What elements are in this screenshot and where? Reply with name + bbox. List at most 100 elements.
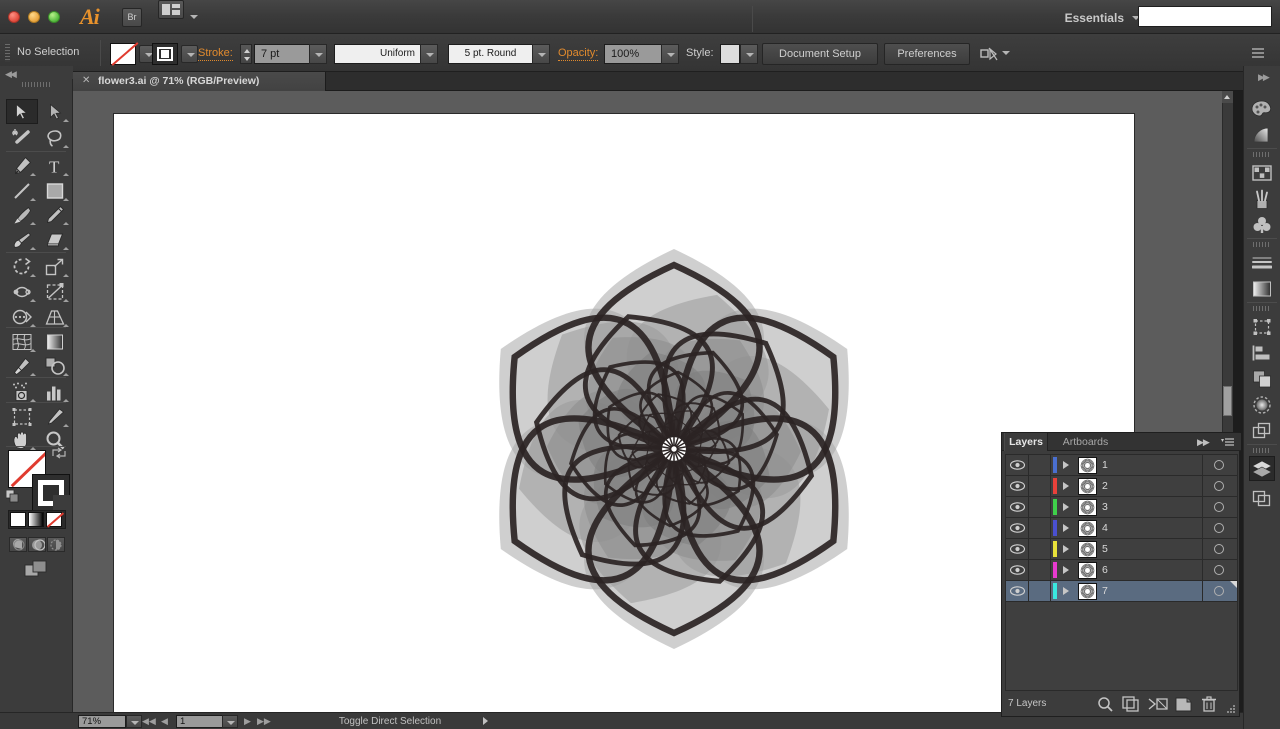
stroke-color-dropdown[interactable] [181, 45, 198, 63]
layer-target-indicator[interactable] [1202, 476, 1237, 496]
lasso-tool[interactable] [39, 125, 71, 150]
gradient-mode-button[interactable] [28, 512, 44, 527]
chevron-right-icon[interactable] [1063, 482, 1069, 490]
arrange-documents-icon[interactable] [158, 0, 184, 19]
status-menu-icon[interactable] [483, 717, 488, 725]
magic-wand-tool[interactable] [6, 125, 38, 150]
opacity-label[interactable]: Opacity: [558, 47, 599, 61]
create-new-layer-button[interactable] [1175, 696, 1195, 712]
color-panel-icon[interactable] [1249, 96, 1275, 121]
opacity-input[interactable]: 100% [604, 44, 662, 64]
none-mode-button[interactable] [46, 512, 65, 528]
opacity-dropdown[interactable] [661, 44, 679, 64]
preferences-button[interactable]: Preferences [884, 43, 970, 65]
pathfinder-panel-icon[interactable] [1249, 366, 1275, 391]
table-row[interactable]: 7 [1006, 581, 1237, 602]
brushes-panel-icon[interactable] [1249, 186, 1275, 211]
transparency-panel-icon[interactable] [1249, 392, 1275, 417]
layer-target-indicator[interactable] [1202, 539, 1237, 559]
panel-resize-handle[interactable] [1226, 704, 1236, 714]
brush-definition-select[interactable]: 5 pt. Round [448, 44, 533, 64]
close-icon[interactable]: ✕ [82, 76, 90, 86]
chevron-right-icon[interactable] [1063, 566, 1069, 574]
layers-list[interactable]: 1 2 3 4 5 6 7 [1005, 454, 1238, 691]
last-artboard-button[interactable]: ▶▶ [257, 716, 271, 727]
layer-visibility-toggle[interactable] [1006, 476, 1029, 496]
toolbar-collapse-button[interactable]: ◀◀ [0, 66, 73, 79]
search-input[interactable] [1138, 6, 1272, 27]
workspace-switcher[interactable]: Essentials [1065, 11, 1124, 25]
panel-menu-icon[interactable] [1221, 437, 1235, 447]
layer-target-indicator[interactable] [1202, 455, 1237, 475]
window-minimize-button[interactable] [28, 11, 40, 23]
align-to-pixel-grid-icon[interactable] [980, 46, 998, 62]
recursive-flower-mandala[interactable] [424, 214, 924, 684]
swatches-panel-icon[interactable] [1249, 160, 1275, 185]
width-tool[interactable] [6, 279, 38, 304]
change-screen-mode-button[interactable] [24, 560, 48, 580]
table-row[interactable]: 4 [1006, 518, 1237, 539]
rotate-tool[interactable] [6, 254, 38, 279]
direct-selection-tool[interactable] [39, 99, 71, 124]
scale-tool[interactable] [39, 254, 71, 279]
perspective-grid-tool[interactable] [39, 304, 71, 329]
delete-selection-button[interactable] [1201, 696, 1221, 712]
chevron-right-icon[interactable] [1063, 587, 1069, 595]
layers-panel-icon[interactable] [1249, 456, 1275, 481]
zoom-level-dropdown[interactable] [126, 715, 142, 728]
blob-brush-tool[interactable] [6, 227, 38, 252]
rectangle-tool[interactable] [39, 178, 71, 203]
type-tool[interactable]: T [39, 153, 71, 178]
layer-target-indicator[interactable] [1202, 518, 1237, 538]
tab-layers[interactable]: Layers [1004, 433, 1048, 451]
pencil-tool[interactable] [39, 202, 71, 227]
table-row[interactable]: 3 [1006, 497, 1237, 518]
layer-lock-toggle[interactable] [1029, 539, 1051, 559]
align-caret-icon[interactable] [1002, 51, 1010, 55]
next-artboard-button[interactable]: ▶ [241, 716, 254, 727]
stroke-profile-select[interactable]: Uniform [334, 44, 421, 64]
table-row[interactable]: 5 [1006, 539, 1237, 560]
launch-bridge-button[interactable]: Br [122, 8, 142, 27]
document-tab[interactable]: flower3.ai @ 71% (RGB/Preview) [73, 72, 326, 91]
artboard-tool[interactable] [6, 404, 38, 429]
artboards-panel-icon[interactable] [1249, 486, 1275, 511]
symbols-panel-icon[interactable] [1249, 212, 1275, 237]
stroke-color-swatch[interactable] [152, 43, 178, 65]
document-setup-button[interactable]: Document Setup [762, 43, 878, 65]
layer-target-indicator[interactable] [1202, 581, 1237, 601]
default-fill-stroke-icon[interactable] [5, 489, 20, 503]
graphic-style-dropdown[interactable] [740, 44, 758, 64]
artboard-number-dropdown[interactable] [222, 715, 238, 728]
make-clipping-mask-button[interactable] [1148, 696, 1168, 712]
dock-collapse-button[interactable]: ▶▶ [1258, 72, 1270, 83]
stroke-weight-label[interactable]: Stroke: [198, 47, 233, 61]
vertical-scroll-thumb[interactable] [1223, 386, 1232, 416]
chevron-right-icon[interactable] [1063, 461, 1069, 469]
expand-panel-icon[interactable]: ▶▶ [1197, 437, 1210, 448]
layer-visibility-toggle[interactable] [1006, 455, 1029, 475]
align-panel-icon[interactable] [1249, 340, 1275, 365]
make-sublayer-button[interactable] [1122, 696, 1142, 712]
shape-builder-tool[interactable] [6, 304, 38, 329]
layer-target-indicator[interactable] [1202, 560, 1237, 580]
control-bar-grip[interactable] [5, 44, 10, 62]
paintbrush-tool[interactable] [6, 202, 38, 227]
line-segment-tool[interactable] [6, 178, 38, 203]
table-row[interactable]: 6 [1006, 560, 1237, 581]
color-guide-panel-icon[interactable] [1249, 122, 1275, 147]
layer-lock-toggle[interactable] [1029, 518, 1051, 538]
stroke-weight-input[interactable]: 7 pt [254, 44, 310, 64]
column-graph-tool[interactable] [39, 379, 71, 404]
gradient-tool[interactable] [39, 329, 71, 354]
layer-visibility-toggle[interactable] [1006, 581, 1029, 601]
stroke-weight-stepper[interactable] [240, 44, 252, 64]
symbol-sprayer-tool[interactable] [6, 379, 38, 404]
pen-tool[interactable] [6, 153, 38, 178]
chevron-right-icon[interactable] [1063, 524, 1069, 532]
eyedropper-tool[interactable] [6, 353, 38, 378]
layer-lock-toggle[interactable] [1029, 581, 1051, 601]
zoom-level-input[interactable]: 71% [78, 715, 126, 728]
artboard[interactable] [113, 113, 1135, 712]
hand-tool[interactable] [6, 427, 38, 452]
